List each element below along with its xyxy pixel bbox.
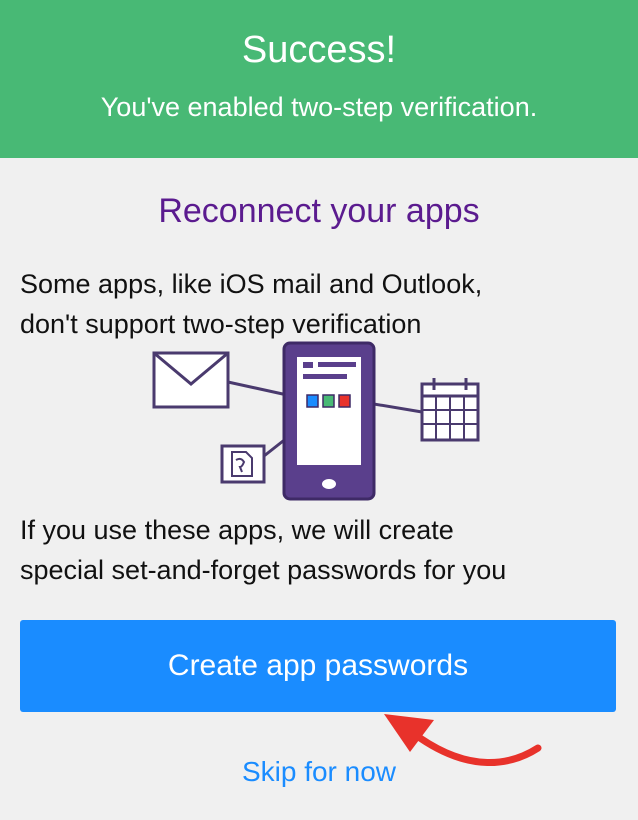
info-text: If you use these apps, we will create sp…: [20, 510, 620, 590]
intro-text: Some apps, like iOS mail and Outlook, do…: [20, 264, 620, 344]
intro-text-line-1: Some apps, like iOS mail and Outlook,: [20, 269, 483, 299]
contacts-icon: [220, 444, 266, 484]
info-text-line-2: special set-and-forget passwords for you: [20, 555, 507, 585]
red-arrow-annotation: [384, 714, 542, 766]
success-title: Success!: [241, 29, 397, 71]
phone-icon: [282, 341, 376, 501]
info-text-line-1: If you use these apps, we will create: [20, 515, 454, 545]
success-banner: Success! You've enabled two-step verific…: [0, 0, 638, 158]
success-subtitle: You've enabled two-step verification.: [100, 92, 538, 122]
mail-envelope-icon: [152, 351, 230, 409]
reconnect-apps-heading: Reconnect your apps: [158, 192, 480, 230]
app-passwords-illustration: [152, 341, 480, 501]
calendar-icon: [420, 378, 480, 442]
